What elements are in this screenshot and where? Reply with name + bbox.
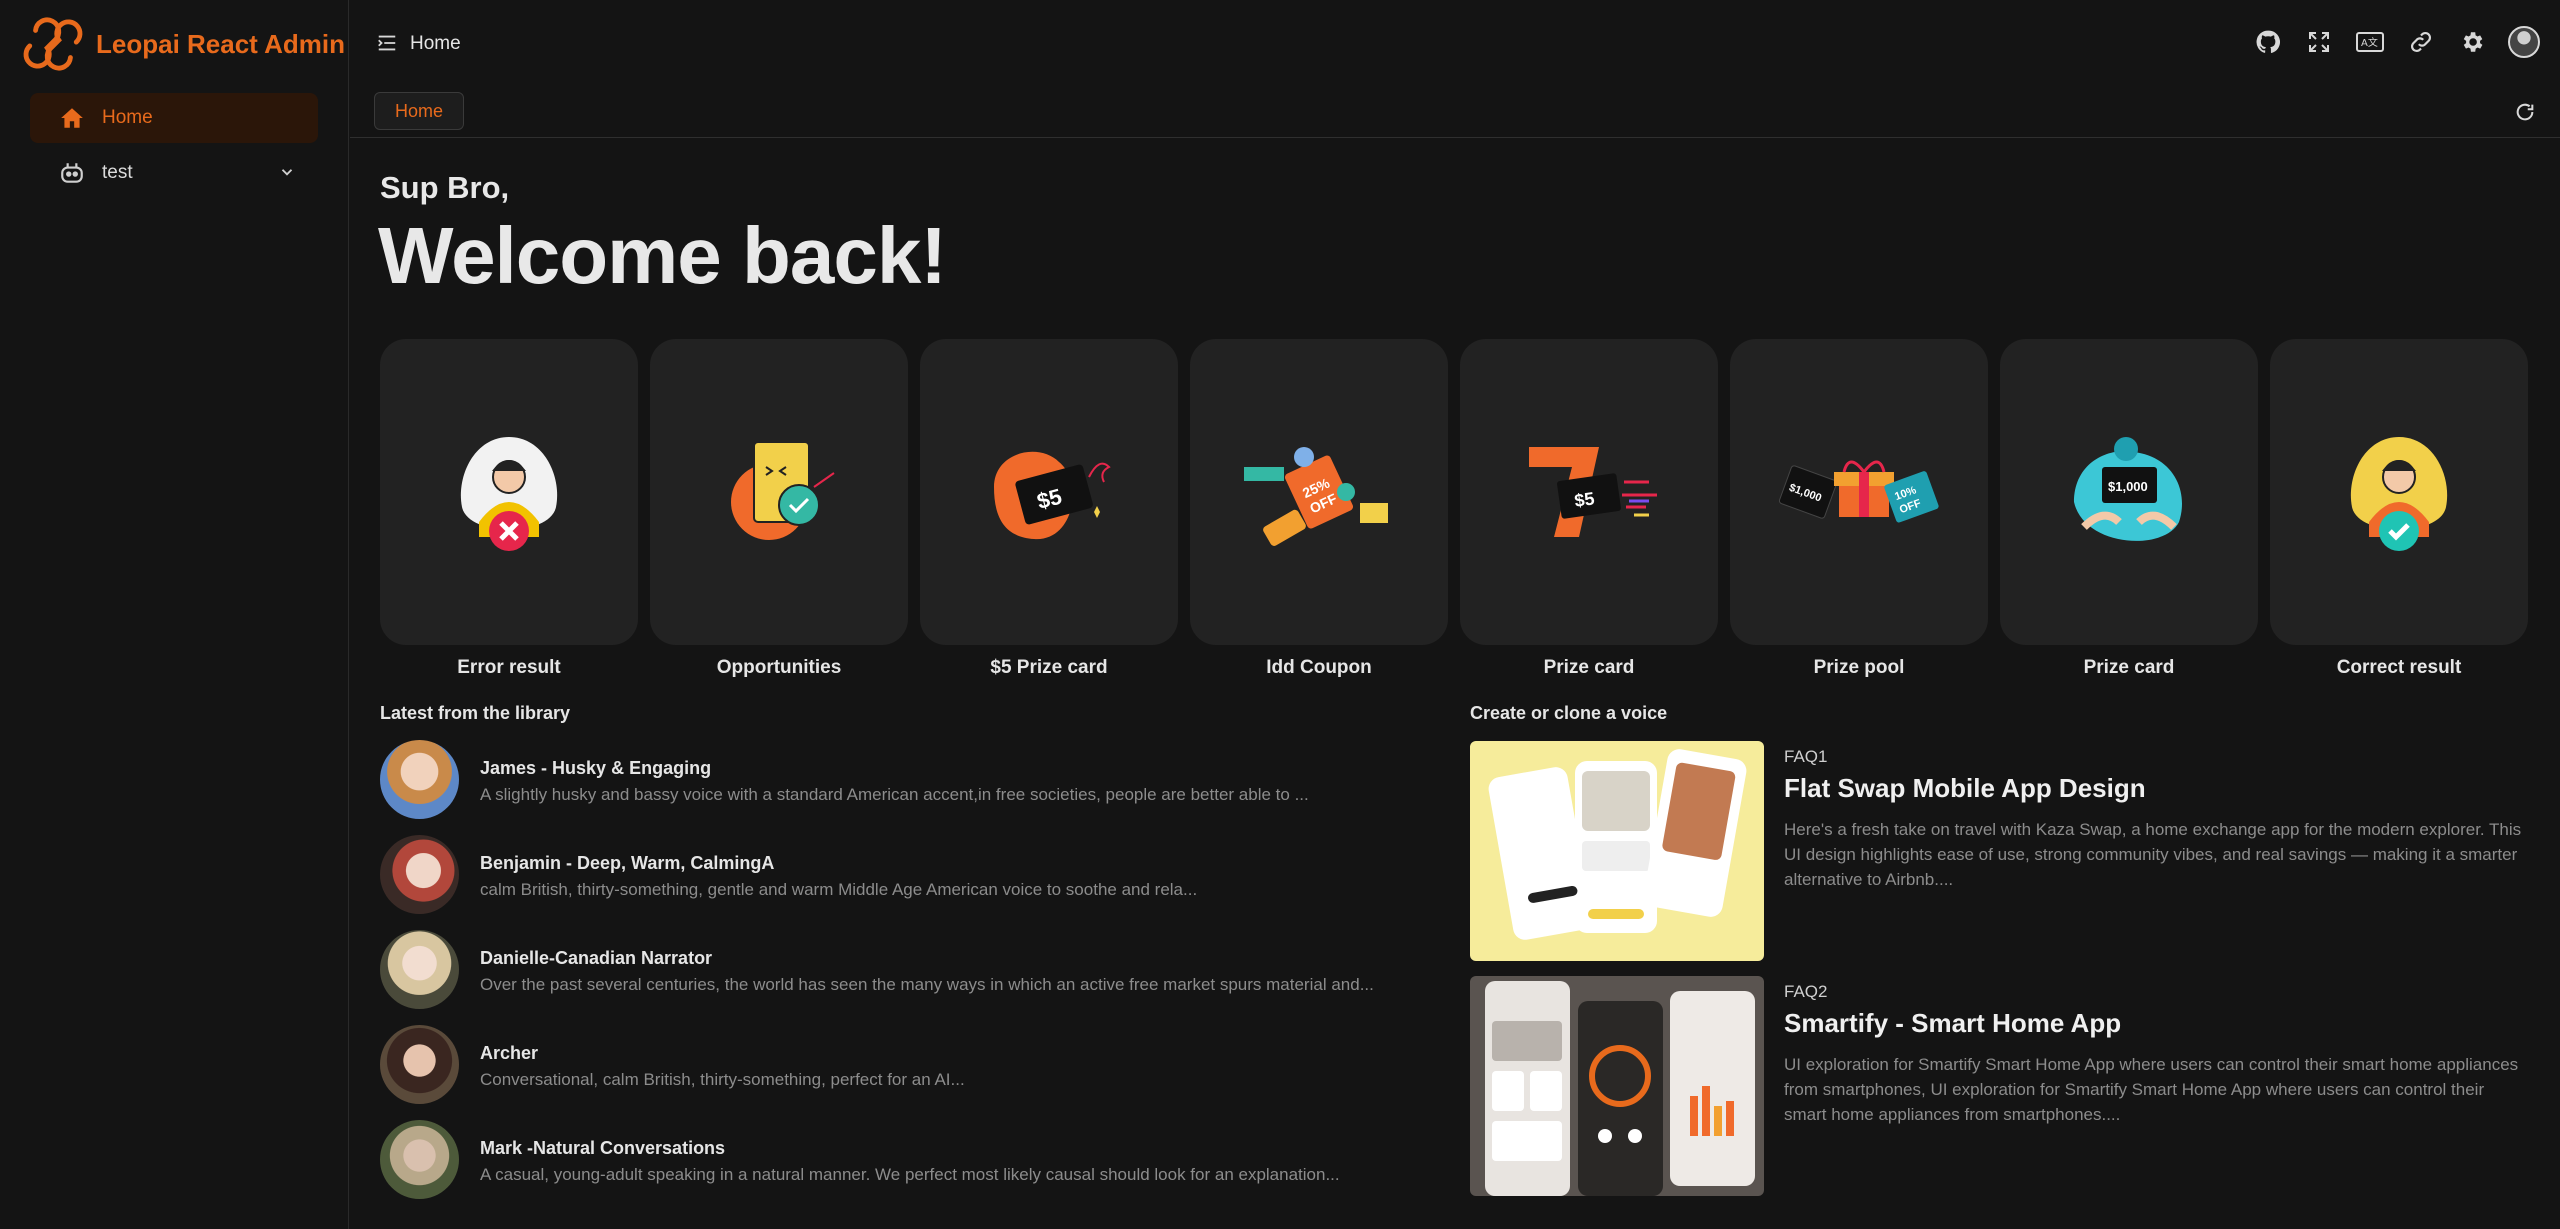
card-image <box>650 339 908 645</box>
avatar <box>380 835 459 914</box>
card-prize-card-2[interactable]: $1,000 Prize card <box>2000 339 2258 679</box>
voice-name: James - Husky & Engaging <box>480 758 712 778</box>
card-image <box>380 339 638 645</box>
fullscreen-icon[interactable] <box>2304 28 2333 57</box>
menu-fold-icon[interactable] <box>376 32 398 59</box>
card-label: Opportunities <box>716 657 842 678</box>
faq-description: Here's a fresh take on travel with Kaza … <box>1784 820 2522 889</box>
faq-tag: FAQ1 <box>1784 747 1828 766</box>
card-idd-coupon[interactable]: 25% OFF Idd Coupon <box>1190 339 1448 679</box>
voice-name: Archer <box>480 1043 539 1063</box>
sidebar-item-home[interactable]: Home <box>30 93 318 143</box>
list-item[interactable]: Benjamin - Deep, Warm, CalmingA calm Bri… <box>380 835 1420 930</box>
card-image: $5 <box>920 339 1178 645</box>
faq-title: Smartify - Smart Home App <box>1784 1008 2122 1038</box>
list-item[interactable]: Archer Conversational, calm British, thi… <box>380 1025 1420 1120</box>
svg-text:A文: A文 <box>2361 36 2378 49</box>
svg-text:$5: $5 <box>1573 488 1596 511</box>
list-item[interactable]: Mark -Natural Conversations A casual, yo… <box>380 1120 1420 1215</box>
app-name: Leopai React Admin <box>96 28 345 59</box>
page-title: Welcome back! <box>378 211 947 300</box>
avatar <box>380 930 459 1009</box>
list-item[interactable]: James - Husky & Engaging A slightly husk… <box>380 740 1420 835</box>
faq-card-1[interactable]: FAQ1 Flat Swap Mobile App Design Here's … <box>1470 741 2530 961</box>
card-image: $1,000 10% OFF <box>1730 339 1988 645</box>
bot-icon <box>58 159 86 187</box>
home-icon <box>58 104 86 132</box>
list-item[interactable]: Danielle-Canadian Narrator Over the past… <box>380 930 1420 1025</box>
card-prize-card[interactable]: $5 Prize card <box>1460 339 1718 679</box>
user-avatar[interactable] <box>2508 26 2540 58</box>
sidebar-item-label: Home <box>102 107 153 128</box>
tab-home[interactable]: Home <box>374 92 465 130</box>
voice-section-title: Create or clone a voice <box>1470 703 1668 723</box>
voice-description: A casual, young-adult speaking in a natu… <box>480 1165 1340 1184</box>
card-error-result[interactable]: Error result <box>380 339 638 679</box>
settings-icon[interactable] <box>2457 28 2486 57</box>
card-label: Correct result <box>2336 657 2462 678</box>
language-icon[interactable]: A文 <box>2355 28 2384 57</box>
sidebar: Leopai React Admin Home test <box>0 0 349 1229</box>
voice-description: Over the past several centuries, the wor… <box>480 975 1374 994</box>
correct-illustration-icon <box>2350 437 2448 551</box>
card-5-prize-card[interactable]: $5 $5 Prize card <box>920 339 1178 679</box>
card-opportunities[interactable]: Opportunities <box>650 339 908 679</box>
card-image: $5 <box>1460 339 1718 645</box>
card-prize-pool[interactable]: $1,000 10% OFF Prize pool <box>1730 339 1988 679</box>
voice-description: Conversational, calm British, thirty-som… <box>480 1070 965 1089</box>
svg-text:$1,000: $1,000 <box>2108 479 2148 494</box>
top-header: Home A文 <box>350 0 2560 88</box>
feature-cards: Error result Opportunities $5 $5 Prize c… <box>380 339 2530 684</box>
sidebar-item-label: test <box>102 162 133 183</box>
greeting-text: Sup Bro, <box>380 170 510 205</box>
faq-tag: FAQ2 <box>1784 982 1828 1001</box>
card-label: Prize pool <box>1813 657 1905 678</box>
card-label: Error result <box>457 657 561 678</box>
card-image <box>2270 339 2528 645</box>
voice-description: A slightly husky and bassy voice with a … <box>480 785 1309 804</box>
tab-bar: Home <box>350 88 2560 138</box>
card-label: Prize card <box>1543 657 1635 678</box>
error-illustration-icon <box>460 437 558 551</box>
sidebar-item-test[interactable]: test <box>30 148 318 198</box>
voice-description: calm British, thirty-something, gentle a… <box>480 880 1198 899</box>
opportunities-illustration-icon <box>731 441 835 540</box>
voice-name: Danielle-Canadian Narrator <box>480 948 713 968</box>
card-image: 25% OFF <box>1190 339 1448 645</box>
card-correct-result[interactable]: Correct result <box>2270 339 2528 679</box>
voice-name: Mark -Natural Conversations <box>480 1138 726 1158</box>
github-icon[interactable] <box>2253 28 2282 57</box>
faq-description: UI exploration for Smartify Smart Home A… <box>1784 1055 2519 1124</box>
coupon-illustration-icon: 25% OFF <box>1244 447 1390 546</box>
card-label: $5 Prize card <box>990 657 1108 678</box>
refresh-icon[interactable] <box>2514 101 2536 128</box>
faq-card-2[interactable]: FAQ2 Smartify - Smart Home App UI explor… <box>1470 976 2530 1196</box>
prize-card-1000-illustration-icon: $1,000 <box>2074 437 2182 541</box>
library-list: James - Husky & Engaging A slightly husk… <box>380 740 1420 1215</box>
prize-card-illustration-icon: $5 <box>1529 447 1657 537</box>
header-breadcrumb: Home <box>410 33 461 54</box>
card-label: Prize card <box>2083 657 2175 678</box>
avatar <box>380 740 459 819</box>
faq-thumbnail <box>1470 741 1764 961</box>
voice-name: Benjamin - Deep, Warm, CalmingA <box>480 853 775 873</box>
card-image: $1,000 <box>2000 339 2258 645</box>
header-actions: A文 <box>2253 26 2540 58</box>
link-icon[interactable] <box>2406 28 2435 57</box>
avatar <box>380 1120 459 1199</box>
prize-pool-illustration-icon: $1,000 10% OFF <box>1778 460 1939 523</box>
app-logo[interactable]: Leopai React Admin <box>22 12 345 76</box>
library-title: Latest from the library <box>380 703 571 723</box>
card-label: Idd Coupon <box>1266 657 1372 678</box>
avatar <box>380 1025 459 1104</box>
logo-icon <box>23 17 83 71</box>
prize-card-5-illustration-icon: $5 <box>994 451 1111 540</box>
chevron-down-icon[interactable] <box>278 163 296 187</box>
faq-thumbnail <box>1470 976 1764 1196</box>
faq-title: Flat Swap Mobile App Design <box>1784 773 2146 803</box>
